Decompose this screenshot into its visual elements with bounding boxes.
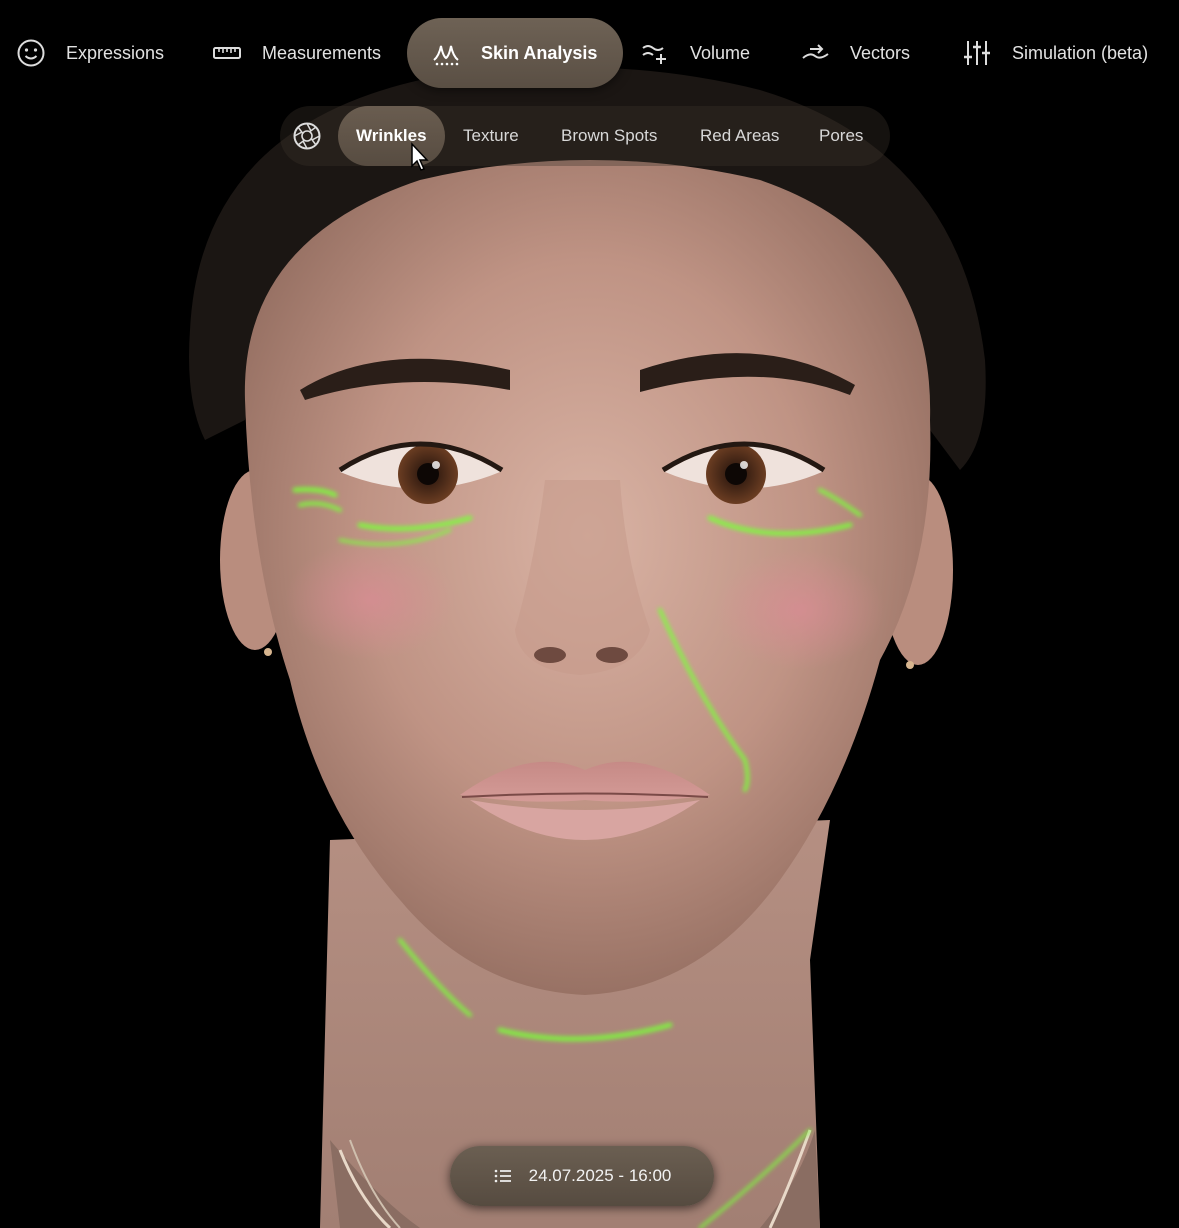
- nav-volume-label: Volume: [690, 42, 751, 63]
- tab-pores[interactable]: Pores: [819, 106, 863, 166]
- tab-brown-spots[interactable]: Brown Spots: [561, 106, 657, 166]
- tab-texture-label: Texture: [463, 126, 519, 145]
- nav-skin-analysis-label: Skin Analysis: [481, 42, 598, 63]
- tab-brown-spots-label: Brown Spots: [561, 126, 658, 145]
- tab-pores-label: Pores: [819, 126, 864, 145]
- nav-skin-analysis[interactable]: Skin Analysis: [407, 18, 624, 88]
- volume-icon: [640, 38, 670, 68]
- mouse-cursor-icon: [411, 142, 429, 171]
- nav-measurements[interactable]: Measurements: [212, 18, 381, 88]
- tab-red-areas[interactable]: Red Areas: [700, 106, 779, 166]
- smiley-icon: [16, 38, 46, 68]
- ruler-icon: [212, 38, 242, 68]
- nav-vectors-label: Vectors: [850, 42, 911, 63]
- top-navigation: Expressions Measurements Skin Analysis V…: [0, 18, 1179, 88]
- aperture-icon[interactable]: [292, 121, 322, 151]
- nav-volume[interactable]: Volume: [640, 18, 750, 88]
- nav-expressions-label: Expressions: [66, 42, 165, 63]
- sliders-icon: [962, 38, 992, 68]
- list-icon: [494, 1169, 511, 1183]
- tab-texture[interactable]: Texture: [463, 106, 519, 166]
- nav-measurements-label: Measurements: [262, 42, 382, 63]
- tab-red-areas-label: Red Areas: [700, 126, 780, 145]
- nav-simulation-label: Simulation (beta): [1012, 42, 1149, 63]
- nav-vectors[interactable]: Vectors: [800, 18, 910, 88]
- face-3d-viewport[interactable]: [0, 0, 1179, 1228]
- session-date-selector[interactable]: 24.07.2025 - 16:00: [450, 1146, 714, 1206]
- vectors-icon: [800, 38, 830, 68]
- nav-expressions[interactable]: Expressions: [16, 18, 164, 88]
- nav-simulation[interactable]: Simulation (beta): [962, 18, 1148, 88]
- skin-analysis-icon: [431, 38, 461, 68]
- session-date-label: 24.07.2025 - 16:00: [528, 1166, 672, 1185]
- skin-analysis-subnav: Wrinkles Texture Brown Spots Red Areas P…: [280, 106, 890, 166]
